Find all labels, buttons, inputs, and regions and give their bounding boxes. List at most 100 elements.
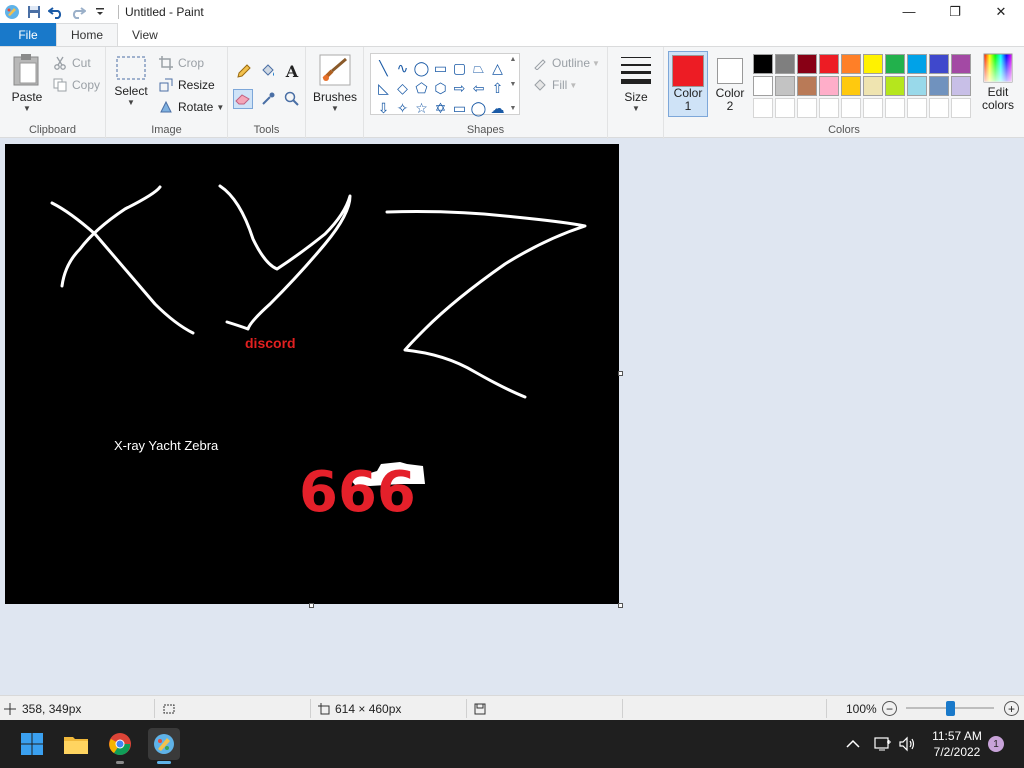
palette-swatch[interactable] [775, 76, 795, 96]
four-point-star-shape-icon[interactable]: ✧ [393, 98, 412, 118]
palette-swatch[interactable] [907, 76, 927, 96]
palette-custom-swatch[interactable] [753, 98, 773, 118]
palette-swatch[interactable] [819, 54, 839, 74]
close-button[interactable]: ✕ [978, 0, 1024, 23]
paste-button[interactable]: Paste ▼ [8, 53, 46, 113]
taskbar-clock[interactable]: 11:57 AM 7/2/2022 [924, 728, 990, 760]
palette-swatch[interactable] [929, 76, 949, 96]
line-shape-icon[interactable]: ╲ [374, 58, 393, 78]
volume-icon[interactable] [898, 720, 916, 768]
zoom-out-button[interactable]: − [882, 701, 897, 716]
palette-custom-swatch[interactable] [907, 98, 927, 118]
down-arrow-shape-icon[interactable]: ⇩ [374, 98, 393, 118]
tab-file[interactable]: File [0, 23, 56, 46]
chrome-icon[interactable] [104, 728, 136, 764]
polygon-shape-icon[interactable]: ⏢ [469, 58, 488, 78]
redo-icon[interactable] [68, 2, 88, 22]
save-icon[interactable] [24, 2, 44, 22]
up-arrow-shape-icon[interactable]: ⇧ [488, 78, 507, 98]
palette-swatch[interactable] [863, 76, 883, 96]
cut-button[interactable]: Cut [52, 53, 91, 73]
size-button[interactable]: Size ▼ [616, 53, 656, 113]
palette-swatch[interactable] [775, 54, 795, 74]
copy-button[interactable]: Copy [52, 75, 100, 95]
select-button[interactable]: Select ▼ [112, 55, 150, 107]
text-tool-icon[interactable]: A [282, 61, 302, 81]
palette-custom-swatch[interactable] [929, 98, 949, 118]
oval-shape-icon[interactable]: ◯ [412, 58, 431, 78]
resize-handle-corner[interactable] [618, 603, 623, 608]
shapes-expand-icon[interactable]: ▼ [510, 105, 517, 112]
palette-swatch[interactable] [797, 76, 817, 96]
right-arrow-shape-icon[interactable]: ⇨ [450, 78, 469, 98]
resize-button[interactable]: Resize [158, 75, 215, 95]
palette-swatch[interactable] [841, 76, 861, 96]
color1-button[interactable]: Color 1 [668, 51, 708, 117]
network-icon[interactable] [874, 720, 892, 768]
fill-button[interactable]: Fill ▼ [532, 75, 577, 95]
left-arrow-shape-icon[interactable]: ⇦ [469, 78, 488, 98]
palette-custom-swatch[interactable] [775, 98, 795, 118]
oval-callout-shape-icon[interactable]: ◯ [469, 98, 488, 118]
palette-custom-swatch[interactable] [885, 98, 905, 118]
eraser-icon[interactable] [233, 89, 253, 109]
resize-handle-right[interactable] [618, 371, 623, 376]
curve-shape-icon[interactable]: ∿ [393, 58, 412, 78]
palette-swatch[interactable] [929, 54, 949, 74]
palette-swatch[interactable] [951, 54, 971, 74]
palette-swatch[interactable] [797, 54, 817, 74]
scroll-down-icon[interactable]: ▼ [510, 81, 517, 88]
drawing-canvas[interactable]: discord X-ray Yacht Zebra 666 [5, 144, 619, 604]
palette-swatch[interactable] [885, 76, 905, 96]
palette-custom-swatch[interactable] [951, 98, 971, 118]
fill-bucket-icon[interactable] [258, 61, 278, 81]
pentagon-shape-icon[interactable]: ⬠ [412, 78, 431, 98]
palette-swatch[interactable] [753, 54, 773, 74]
hexagon-shape-icon[interactable]: ⬡ [431, 78, 450, 98]
file-explorer-icon[interactable] [60, 728, 92, 760]
rotate-button[interactable]: Rotate ▼ [158, 97, 224, 117]
palette-custom-swatch[interactable] [819, 98, 839, 118]
color2-button[interactable]: Color 2 [710, 51, 750, 117]
tab-home[interactable]: Home [56, 23, 119, 46]
zoom-in-button[interactable]: + [1004, 701, 1019, 716]
crop-button[interactable]: Crop [158, 53, 204, 73]
edit-colors-button[interactable]: Edit colors [976, 53, 1020, 111]
palette-swatch[interactable] [885, 54, 905, 74]
palette-swatch[interactable] [753, 76, 773, 96]
diamond-shape-icon[interactable]: ◇ [393, 78, 412, 98]
undo-icon[interactable] [46, 2, 66, 22]
pencil-icon[interactable] [234, 61, 254, 81]
outline-button[interactable]: Outline ▼ [532, 53, 600, 73]
minimize-button[interactable]: — [886, 0, 932, 23]
brushes-button[interactable]: Brushes ▼ [312, 53, 358, 113]
six-point-star-shape-icon[interactable]: ✡ [431, 98, 450, 118]
shapes-scrollbar[interactable]: ▲ ▼ ▼ [507, 54, 519, 114]
paint-app-icon[interactable] [2, 2, 22, 22]
palette-swatch[interactable] [951, 76, 971, 96]
zoom-slider-thumb[interactable] [946, 701, 955, 716]
palette-swatch[interactable] [819, 76, 839, 96]
rounded-rectangle-shape-icon[interactable]: ▢ [450, 58, 469, 78]
customize-quick-access-icon[interactable] [90, 2, 110, 22]
palette-custom-swatch[interactable] [797, 98, 817, 118]
palette-custom-swatch[interactable] [863, 98, 883, 118]
cloud-callout-shape-icon[interactable]: ☁ [488, 98, 507, 118]
paint-taskbar-icon[interactable] [148, 728, 180, 764]
rectangle-shape-icon[interactable]: ▭ [431, 58, 450, 78]
resize-handle-bottom[interactable] [309, 603, 314, 608]
magnifier-icon[interactable] [282, 89, 302, 109]
palette-swatch[interactable] [907, 54, 927, 74]
rect-callout-shape-icon[interactable]: ▭ [450, 98, 469, 118]
notification-badge[interactable]: 1 [988, 736, 1004, 752]
maximize-button[interactable]: ❐ [932, 0, 978, 23]
scroll-up-icon[interactable]: ▲ [510, 56, 517, 63]
right-triangle-shape-icon[interactable]: ◺ [374, 78, 393, 98]
palette-swatch[interactable] [863, 54, 883, 74]
show-hidden-icons[interactable] [846, 720, 860, 768]
tab-view[interactable]: View [118, 23, 172, 46]
triangle-shape-icon[interactable]: △ [488, 58, 507, 78]
color-picker-icon[interactable] [258, 89, 278, 109]
palette-swatch[interactable] [841, 54, 861, 74]
palette-custom-swatch[interactable] [841, 98, 861, 118]
